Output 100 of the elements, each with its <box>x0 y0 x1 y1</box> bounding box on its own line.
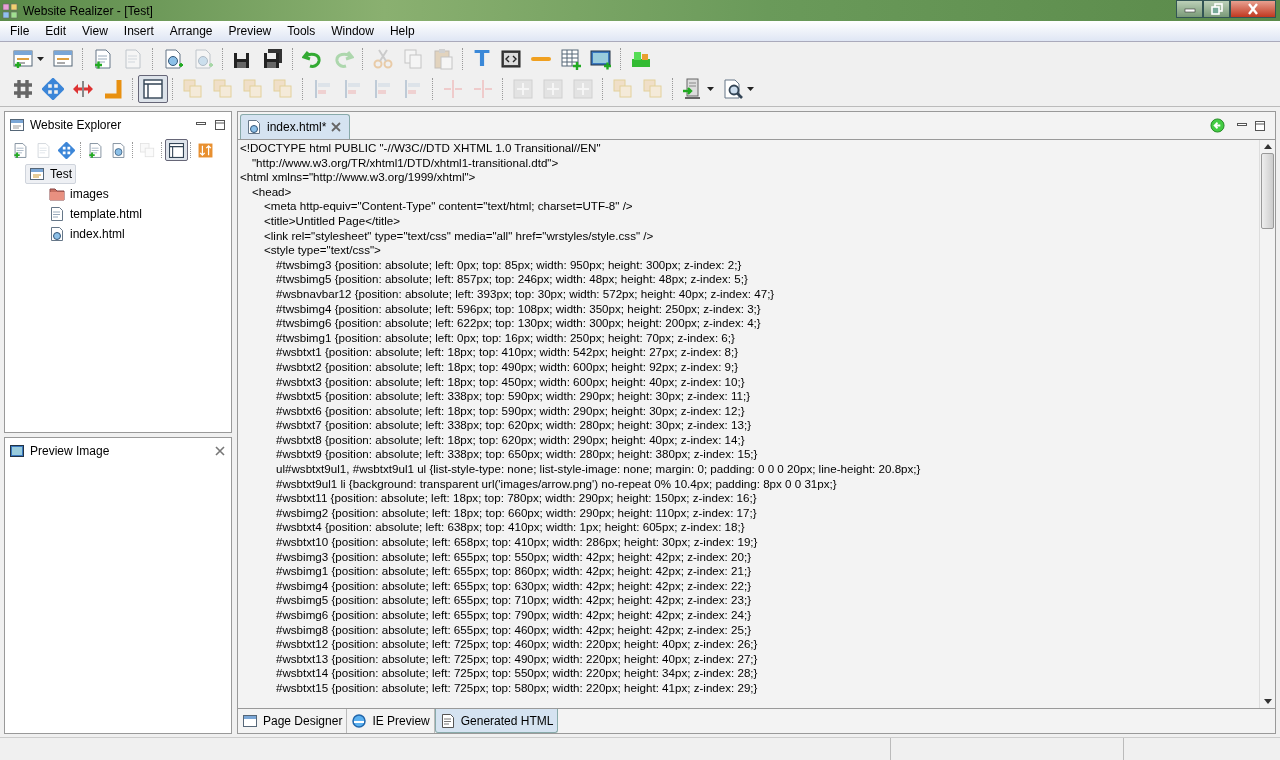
code-line: ul#wsbtxt9ul1, #wsbtxt9ul1 ul {list-style-type: none; list-style-image: none; margin: 0; padding: 0 0 0 20px; line-height: 20.8px;} <box>276 462 921 476</box>
code-line: #wsbtxt1 {position: absolute; left: 18px; top: 410px; width: 542px; height: 27px; z-index: 8;} <box>276 345 739 359</box>
caret-icon <box>37 57 44 61</box>
code-line: #wsbimg4 {position: absolute; left: 655px; top: 630px; width: 42px; height: 42px; z-index: 22;} <box>276 578 751 592</box>
code-line: #wsbtxt9 {position: absolute; left: 338px; top: 650px; width: 280px; height: 380px; z-index: 15;} <box>276 447 758 461</box>
view-tab[interactable]: IE Preview <box>347 709 435 733</box>
document-globe-icon <box>246 119 262 135</box>
menu-item[interactable]: Insert <box>115 24 162 38</box>
code-line: <link rel="stylesheet" type="text/css" media="all" href="wrstyles/style.css" /> <box>264 228 654 242</box>
size-icon <box>572 78 594 100</box>
document-icon <box>35 141 52 159</box>
code-line: #wsbtxt2 {position: absolute; left: 18px; top: 490px; width: 600px; height: 92px; z-index: 9;} <box>276 359 739 373</box>
window-plus-icon <box>12 48 34 70</box>
tree-item[interactable]: images <box>45 184 113 204</box>
code-line: #wsbimg6 {position: absolute; left: 655px; top: 790px; width: 42px; height: 42px; z-index: 24;} <box>276 608 751 621</box>
scrollbar[interactable] <box>1259 140 1275 708</box>
floppy-disks-icon <box>262 48 284 70</box>
copy-icon <box>402 48 424 70</box>
view-tab[interactable]: Page Designer <box>238 709 348 733</box>
undo-icon <box>302 48 324 70</box>
panel-title: Preview Image <box>30 444 110 458</box>
editor-tab[interactable]: index.html* <box>240 114 351 139</box>
restore-button[interactable] <box>1203 0 1230 18</box>
menu-item[interactable]: File <box>2 24 38 38</box>
document-plus-icon <box>12 141 29 159</box>
size-icon <box>512 78 534 100</box>
app-icon <box>2 2 18 19</box>
redo-icon <box>332 48 354 70</box>
window-title: Website Realizer - [Test] <box>23 3 153 18</box>
maximize-icon <box>215 120 225 130</box>
image-icon <box>590 48 612 70</box>
scissors-icon <box>372 48 394 70</box>
code-line: #wsbtxt10 {position: absolute; left: 658px; top: 410px; width: 286px; height: 30px; z-index: 19;} <box>276 535 758 549</box>
menu-item[interactable]: Tools <box>279 24 324 38</box>
stacked-squares-icon <box>642 78 664 100</box>
stacked-squares-icon <box>612 78 634 100</box>
code-line: #wsbtxt11 {position: absolute; left: 18px; top: 780px; width: 290px; height: 150px; z-index: 16;} <box>276 491 757 505</box>
code-line: #wsbtxt7 {position: absolute; left: 338px; top: 620px; width: 280px; height: 30px; z-index: 13;} <box>276 418 751 432</box>
menu-item[interactable]: View <box>74 24 116 38</box>
menu-item[interactable]: Window <box>323 24 382 38</box>
code-line: #twsbimg6 {position: absolute; left: 622px; top: 130px; width: 300px; height: 200px; z-index: 4;} <box>276 316 761 330</box>
code-line: #twsbimg3 {position: absolute; left: 0px; top: 85px; width: 950px; height: 300px; z-index: 2;} <box>276 257 742 271</box>
tree-item[interactable]: template.html <box>45 204 147 224</box>
code-line: #wsbtxt9ul1 li {background: transparent url('images/arrow.png') no-repeat 0% 10.4px; padding: 8px 0 0 31px;} <box>276 476 837 490</box>
document-globe-icon <box>110 141 127 159</box>
document-icon <box>49 206 65 222</box>
document-globe-icon <box>49 226 65 242</box>
menu-item[interactable]: Preview <box>220 24 280 38</box>
close-icon <box>215 446 225 456</box>
code-box-icon <box>500 48 522 70</box>
document-icon <box>439 712 456 729</box>
size-icon <box>542 78 564 100</box>
tree-item[interactable]: index.html <box>45 224 129 244</box>
document-icon <box>122 48 144 70</box>
code-line: #wsbtxt4 {position: absolute; left: 638px; top: 410px; width: 1px; height: 605px; z-index: 18;} <box>276 520 745 534</box>
code-line: <html xmlns="http://www.w3.org/1999/xhtml"> <box>240 170 476 184</box>
code-line: <head> <box>252 184 292 198</box>
folder-icon <box>49 186 65 202</box>
caret-icon <box>747 87 754 91</box>
code-line: #twsbimg4 {position: absolute; left: 596px; top: 108px; width: 350px; height: 250px; z-index: 3;} <box>276 301 761 315</box>
close-icon[interactable] <box>331 122 342 132</box>
toolbar-button[interactable] <box>165 139 188 161</box>
document-plus-icon <box>87 141 104 159</box>
menu-item[interactable]: Arrange <box>161 24 221 38</box>
code-line: #wsbimg2 {position: absolute; left: 18px; top: 660px; width: 290px; height: 110px; z-index: 17;} <box>276 505 757 519</box>
window-icon <box>29 166 45 182</box>
close-button[interactable] <box>213 446 227 456</box>
corner-icon <box>102 78 124 100</box>
close-button[interactable] <box>1230 0 1276 18</box>
code-line: <!DOCTYPE html PUBLIC "-//W3C//DTD XHTML 1.0 Transitional//EN" <box>240 141 601 154</box>
code-line: #wsbtxt8 {position: absolute; left: 18px; top: 620px; width: 290px; height: 40px; z-index: 14;} <box>276 432 745 446</box>
scroll-down-icon[interactable] <box>1263 699 1272 704</box>
code-line: #wsbtxt6 {position: absolute; left: 18px; top: 590px; width: 290px; height: 30px; z-index: 12;} <box>276 403 745 417</box>
distribute-icon <box>442 78 464 100</box>
stacked-squares-icon <box>242 78 264 100</box>
tree-item[interactable]: Test <box>25 164 76 184</box>
document-plus-icon <box>92 48 114 70</box>
code-line: #wsbtxt5 {position: absolute; left: 338px; top: 590px; width: 290px; height: 30px; z-index: 11;} <box>276 389 751 403</box>
menu-item[interactable]: Edit <box>37 24 75 38</box>
grid-icon <box>12 78 34 100</box>
stacked-squares-icon <box>212 78 234 100</box>
back-arrow-icon[interactable] <box>1210 118 1225 133</box>
frame-icon <box>168 141 185 159</box>
view-tab[interactable]: Generated HTML <box>434 709 559 733</box>
minimize-button[interactable] <box>1176 0 1203 18</box>
maximize-button[interactable] <box>213 120 227 130</box>
code-line: #wsbimg3 {position: absolute; left: 655px; top: 550px; width: 42px; height: 42px; z-index: 20;} <box>276 549 751 563</box>
code-line: #wsbnavbar12 {position: absolute; left: 393px; top: 30px; width: 572px; height: 40px; z-index: 47;} <box>276 286 775 300</box>
code-line: #wsbtxt13 {position: absolute; left: 725px; top: 490px; width: 220px; height: 40px; z-index: 27;} <box>276 651 758 665</box>
menu-item[interactable]: Help <box>381 24 423 38</box>
code-line: #wsbimg5 {position: absolute; left: 655px; top: 710px; width: 42px; height: 42px; z-index: 23;} <box>276 593 751 607</box>
scroll-thumb[interactable] <box>1261 153 1274 229</box>
window-icon <box>242 713 258 729</box>
document-globe-icon <box>192 48 214 70</box>
code-line: #wsbtxt3 {position: absolute; left: 18px; top: 450px; width: 600px; height: 40px; z-index: 10;} <box>276 374 745 388</box>
move-arrows-icon <box>58 141 75 159</box>
stacked-squares-icon <box>139 141 156 159</box>
scroll-up-icon[interactable] <box>1263 144 1272 149</box>
maximize-button[interactable] <box>1253 120 1267 131</box>
code-line: #twsbimg1 {position: absolute; left: 0px; top: 16px; width: 250px; height: 70px; z-index: 6;} <box>276 330 735 344</box>
